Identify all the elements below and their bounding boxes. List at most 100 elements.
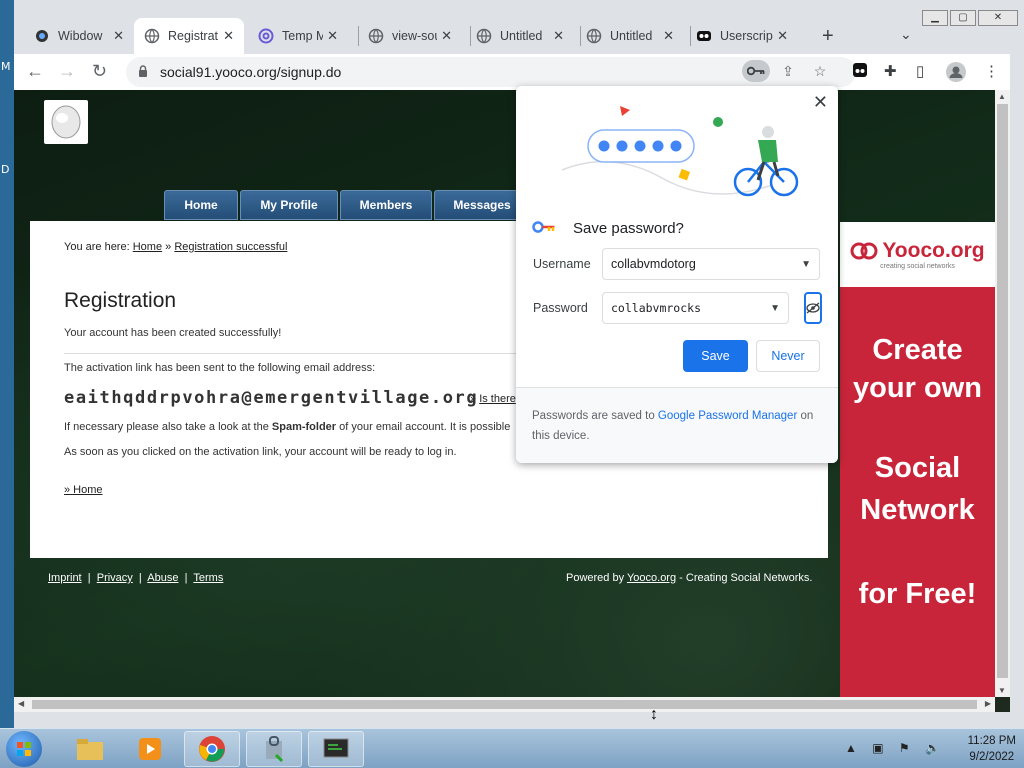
kebab-menu-icon[interactable]: ⋮ — [984, 62, 999, 80]
footer-terms-link[interactable]: Terms — [193, 572, 223, 584]
nav-members[interactable]: Members — [340, 190, 432, 220]
close-tab-icon[interactable]: ✕ — [441, 28, 452, 44]
tab-wibdow[interactable]: Wibdow ✕ — [24, 18, 134, 54]
activation-intro: The activation link has been sent to the… — [64, 362, 376, 374]
password-manager-link[interactable]: Google Password Manager — [658, 410, 797, 422]
powered-pre: Powered by — [566, 572, 627, 584]
scroll-up-icon[interactable]: ▲ — [998, 92, 1006, 101]
clock-time: 11:28 PM — [967, 735, 1016, 747]
taskbar: ▲ ▣ ⚑ 🔈 11:28 PM 9/2/2022 — [0, 728, 1024, 768]
toggle-visibility-eye-icon[interactable] — [804, 292, 822, 324]
spam-post: of your email account. It is possible — [336, 421, 511, 433]
close-tab-icon[interactable]: ✕ — [663, 28, 674, 44]
system-tray-icons[interactable]: ▲ ▣ ⚑ 🔈 — [845, 741, 946, 755]
site-logo[interactable] — [44, 100, 88, 144]
web-page: Home My Profile Members Messages You are… — [14, 90, 995, 697]
horizontal-scrollbar[interactable]: ◀ ▶ — [14, 697, 995, 712]
new-tab-button[interactable]: + — [822, 25, 834, 48]
email-address: eaithqddrpvohra@emergentvillage.org — [64, 388, 479, 408]
tab-userscript[interactable]: Userscrip ✕ — [686, 18, 798, 54]
powered-by-link[interactable]: Yooco.org — [627, 572, 676, 584]
save-button[interactable]: Save — [683, 340, 748, 372]
close-tab-icon[interactable]: ✕ — [113, 28, 124, 44]
tab-temp-mail[interactable]: Temp M ✕ — [248, 18, 348, 54]
is-there-link[interactable]: » Is there — [470, 393, 516, 405]
taskbar-network-app[interactable] — [246, 731, 302, 767]
taskbar-media-player[interactable] — [122, 731, 178, 767]
vertical-scroll-thumb[interactable] — [997, 104, 1008, 678]
desktop-glyph: M — [1, 60, 11, 73]
key-icon — [532, 220, 556, 239]
close-dialog-button[interactable]: ✕ — [813, 92, 828, 113]
scroll-left-icon[interactable]: ◀ — [18, 699, 24, 708]
share-icon[interactable]: ⇪ — [774, 60, 802, 82]
start-button[interactable] — [6, 731, 42, 767]
tab-title: Temp M — [282, 29, 324, 43]
horizontal-scroll-thumb[interactable] — [32, 700, 977, 709]
tab-untitled-2[interactable]: Untitled ✕ — [576, 18, 684, 54]
username-label: Username — [533, 257, 591, 271]
extensions-puzzle-icon[interactable]: ✚ — [884, 62, 897, 80]
scroll-down-icon[interactable]: ▼ — [998, 686, 1006, 695]
ad-logo-banner[interactable]: Yooco.org creating social networks — [840, 222, 995, 287]
vertical-scrollbar[interactable]: ▲ ▼ — [995, 90, 1010, 697]
extension-tampermonkey-icon[interactable] — [852, 62, 868, 82]
home-link[interactable]: » Home — [64, 484, 103, 496]
scroll-right-icon[interactable]: ▶ — [985, 699, 991, 708]
nav-home[interactable]: Home — [164, 190, 238, 220]
footer-imprint-link[interactable]: Imprint — [48, 572, 82, 584]
minimize-button[interactable]: ▁ — [922, 10, 948, 26]
taskbar-explorer[interactable] — [62, 731, 118, 767]
taskbar-terminal[interactable] — [308, 731, 364, 767]
maximize-button[interactable]: ▢ — [950, 10, 976, 26]
tab-registration[interactable]: Registrat ✕ — [134, 18, 244, 54]
forward-arrow-icon[interactable]: → — [58, 61, 76, 82]
dropdown-caret-icon: ▼ — [801, 258, 811, 270]
reload-icon[interactable]: ↻ — [92, 61, 107, 82]
username-select[interactable]: collabvmdotorg ▼ — [602, 248, 820, 280]
footer-abuse-link[interactable]: Abuse — [147, 572, 178, 584]
is-there-prefix: » — [470, 393, 477, 405]
tab-view-source[interactable]: view-sou ✕ — [358, 18, 462, 54]
globe-icon — [476, 28, 492, 44]
temp-mail-icon — [258, 28, 274, 44]
footer-links: Imprint | Privacy | Abuse | Terms — [48, 572, 223, 584]
breadcrumb-current-link[interactable]: Registration successful — [174, 241, 287, 253]
close-tab-icon[interactable]: ✕ — [777, 28, 788, 44]
key-icon[interactable] — [742, 60, 770, 82]
nav-my-profile[interactable]: My Profile — [240, 190, 338, 220]
ad-spacer — [840, 407, 995, 449]
taskbar-chrome[interactable] — [184, 731, 240, 767]
tab-title: Wibdow — [58, 29, 103, 43]
ad-line: Network — [860, 494, 975, 526]
browser-toolbar: ← → ↻ social91.yooco.org/signup.do ⇪ ☆ ✚… — [14, 54, 1024, 90]
breadcrumb-home-link[interactable]: Home — [133, 241, 162, 253]
tab-search-chevron-icon[interactable]: ⌄ — [900, 26, 912, 43]
page-title: Registration — [64, 289, 177, 312]
window-bottom-frame — [14, 712, 1024, 728]
resize-cursor-icon: ↕ — [650, 706, 658, 723]
userscript-icon — [696, 28, 712, 44]
side-panel-icon[interactable]: ▯ — [916, 62, 924, 80]
footer-privacy-link[interactable]: Privacy — [97, 572, 133, 584]
never-button[interactable]: Never — [756, 340, 820, 372]
tab-title: Untitled — [610, 29, 653, 43]
password-illustration — [561, 106, 799, 197]
profile-avatar-icon[interactable] — [946, 62, 966, 86]
spam-notice: If necessary please also take a look at … — [64, 421, 510, 433]
password-select[interactable]: collabvmrocks ▼ — [602, 292, 789, 324]
close-tab-icon[interactable]: ✕ — [223, 28, 234, 44]
close-tab-icon[interactable]: ✕ — [553, 28, 564, 44]
clock[interactable]: 11:28 PM 9/2/2022 — [968, 733, 1016, 765]
tab-untitled-1[interactable]: Untitled ✕ — [466, 18, 574, 54]
network-lock-icon — [266, 736, 284, 763]
close-tab-icon[interactable]: ✕ — [327, 28, 338, 44]
back-arrow-icon[interactable]: ← — [26, 61, 44, 82]
password-label: Password — [533, 301, 588, 315]
ad-spacer — [840, 529, 995, 575]
close-window-button[interactable]: ✕ — [978, 10, 1018, 26]
ad-banner[interactable]: Create your own Social Network for Free! — [840, 287, 995, 697]
star-icon[interactable]: ☆ — [806, 60, 834, 82]
powered-post: - Creating Social Networks. — [676, 572, 813, 584]
globe-icon — [586, 28, 602, 44]
